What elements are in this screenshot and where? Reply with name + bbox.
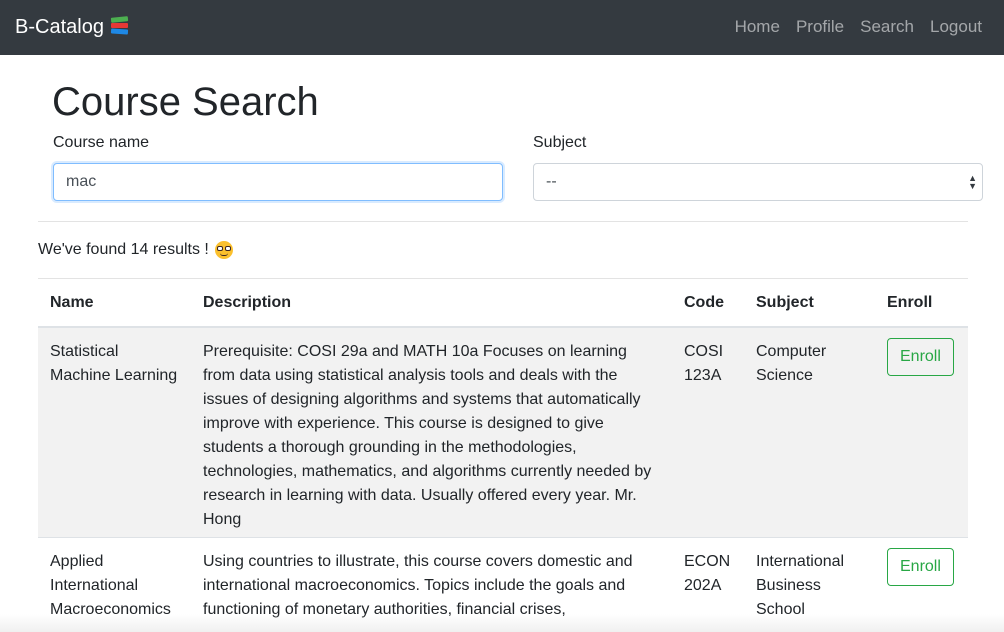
- divider: [38, 221, 968, 222]
- course-name-cell: Statistical Machine Learning: [38, 326, 191, 538]
- results-count-text: We've found 14 results !: [38, 241, 209, 258]
- table-row: Statistical Machine Learning Prerequisit…: [38, 326, 968, 538]
- course-code-cell: COSI 123A: [672, 326, 744, 538]
- enroll-cell: Enroll: [875, 537, 968, 627]
- header-enroll: Enroll: [875, 279, 968, 328]
- brand-name[interactable]: B-Catalog: [15, 13, 104, 41]
- subject-selected-value: --: [546, 173, 557, 190]
- header-code: Code: [672, 279, 744, 328]
- results-summary: We've found 14 results !: [38, 238, 233, 262]
- header-name: Name: [38, 279, 191, 328]
- select-arrows-icon: ▲ ▼: [968, 173, 977, 191]
- table-header-row: Name Description Code Subject Enroll: [38, 279, 968, 328]
- course-name-cell: Applied International Macroeconomics: [38, 537, 191, 627]
- page-title: Course Search: [52, 80, 319, 124]
- enroll-cell: Enroll: [875, 326, 968, 538]
- results-table: Name Description Code Subject Enroll Sta…: [38, 279, 968, 627]
- nav-profile-link[interactable]: Profile: [796, 15, 844, 39]
- course-subject-cell: Computer Science: [744, 326, 875, 538]
- books-icon: [110, 16, 130, 37]
- nav-logout-link[interactable]: Logout: [930, 15, 982, 39]
- enroll-button[interactable]: Enroll: [887, 548, 954, 586]
- header-subject: Subject: [744, 279, 875, 328]
- course-description-cell: Prerequisite: COSI 29a and MATH 10a Focu…: [191, 326, 672, 538]
- brand[interactable]: B-Catalog: [15, 13, 130, 41]
- course-name-input[interactable]: [53, 163, 503, 201]
- course-subject-cell: International Business School: [744, 537, 875, 627]
- enroll-button[interactable]: Enroll: [887, 338, 954, 376]
- subject-label: Subject: [533, 134, 587, 151]
- nav-links: Home Profile Search Logout: [735, 15, 982, 39]
- header-description: Description: [191, 279, 672, 328]
- nerd-face-icon: [214, 241, 233, 259]
- table-row: Applied International Macroeconomics Usi…: [38, 537, 968, 627]
- nav-search-link[interactable]: Search: [860, 15, 914, 39]
- course-code-cell: ECON 202A: [672, 537, 744, 627]
- course-description-cell: Using countries to illustrate, this cour…: [191, 537, 672, 627]
- top-navbar: B-Catalog Home Profile Search Logout: [0, 0, 1004, 55]
- course-name-label: Course name: [53, 134, 150, 151]
- subject-select[interactable]: -- ▲ ▼: [533, 163, 983, 201]
- nav-home-link[interactable]: Home: [735, 15, 780, 39]
